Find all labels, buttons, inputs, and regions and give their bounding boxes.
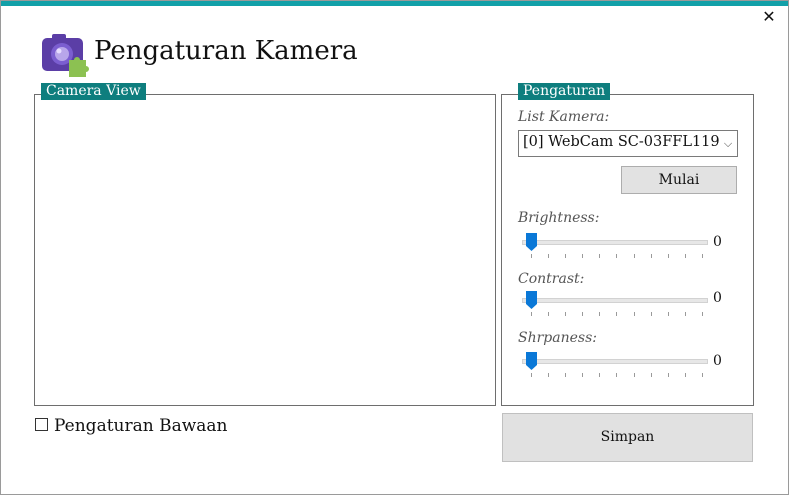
contrast-value: 0	[713, 290, 722, 306]
default-settings-checkbox[interactable]: Pengaturan Bawaan	[35, 416, 228, 436]
sharpness-value: 0	[713, 353, 722, 369]
camera-view-panel: Camera View	[34, 83, 496, 406]
brightness-slider[interactable]	[518, 233, 708, 258]
slider-track	[522, 359, 708, 364]
slider-thumb[interactable]	[526, 291, 537, 309]
start-button[interactable]: Mulai	[621, 166, 737, 194]
camera-view-label: Camera View	[41, 83, 146, 100]
camera-select-value: [0] WebCam SC-03FFL11939N	[523, 134, 738, 150]
slider-thumb[interactable]	[526, 352, 537, 370]
default-settings-label: Pengaturan Bawaan	[54, 416, 228, 436]
brightness-value: 0	[713, 234, 722, 250]
settings-window: ✕ Pengaturan Kamera Camera View Pengatur…	[0, 0, 789, 495]
slider-ticks	[531, 254, 703, 258]
sharpness-slider[interactable]	[518, 352, 708, 377]
close-icon[interactable]: ✕	[761, 9, 777, 25]
page-title: Pengaturan Kamera	[94, 36, 358, 66]
save-button[interactable]: Simpan	[502, 413, 753, 462]
contrast-slider[interactable]	[518, 291, 708, 316]
slider-ticks	[531, 312, 703, 316]
brightness-label: Brightness:	[518, 210, 600, 226]
slider-ticks	[531, 373, 703, 377]
sharpness-label: Shrpaness:	[518, 330, 597, 346]
window-accent-bar	[1, 1, 788, 6]
camera-select[interactable]: [0] WebCam SC-03FFL11939N ⌵	[518, 130, 738, 157]
camera-list-label: List Kamera:	[518, 109, 610, 125]
settings-panel: Pengaturan List Kamera: [0] WebCam SC-03…	[501, 83, 754, 406]
slider-track	[522, 298, 708, 303]
camera-puzzle-icon	[41, 33, 89, 77]
chevron-down-icon[interactable]: ⌵	[719, 131, 737, 156]
settings-panel-label: Pengaturan	[518, 83, 611, 100]
contrast-label: Contrast:	[518, 271, 585, 287]
checkbox-box[interactable]	[35, 418, 48, 431]
slider-track	[522, 240, 708, 245]
slider-thumb[interactable]	[526, 233, 537, 251]
